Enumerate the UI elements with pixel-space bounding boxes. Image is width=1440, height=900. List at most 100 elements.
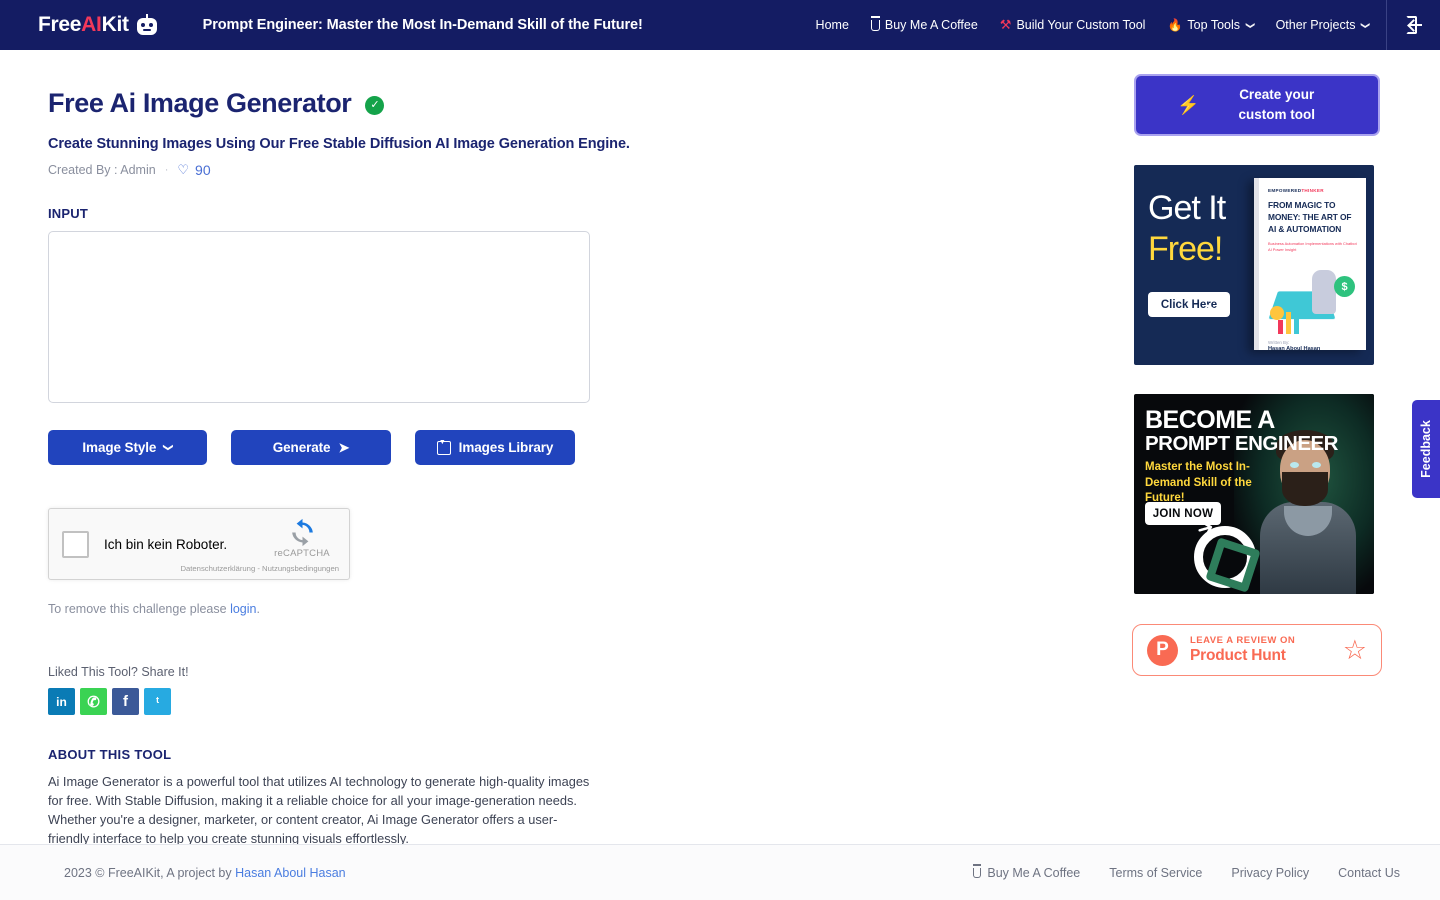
- logo-part-free: Free: [38, 13, 82, 36]
- footer-link-label: Privacy Policy: [1231, 865, 1310, 880]
- linkedin-glyph: in: [56, 694, 67, 709]
- recaptcha-terms[interactable]: Datenschutzerklärung - Nutzungsbedingung…: [180, 564, 339, 573]
- product-hunt-line2: Product Hunt: [1190, 647, 1286, 664]
- create-custom-tool-label: Create your custom tool: [1238, 87, 1315, 122]
- ebook-artwork: $: [1268, 262, 1357, 335]
- product-hunt-badge[interactable]: P LEAVE A REVIEW ON Product Hunt ☆: [1132, 624, 1382, 676]
- title-row: Free Ai Image Generator ✓: [48, 88, 1110, 119]
- ebook-tag: EMPOWEREDTHINKER: [1268, 188, 1357, 193]
- coffee-icon: [870, 15, 880, 31]
- recaptcha-brand-name: reCAPTCHA: [274, 548, 330, 559]
- page-title: Free Ai Image Generator: [48, 88, 352, 118]
- nav-label-home: Home: [815, 18, 849, 32]
- ebook-tag-a: EMPOWERED: [1268, 188, 1302, 193]
- create-custom-tool-button[interactable]: ⚡ Create your custom tool: [1134, 74, 1380, 136]
- product-hunt-line1: LEAVE A REVIEW ON: [1190, 635, 1296, 646]
- page-body: Free Ai Image Generator ✓ Create Stunnin…: [0, 50, 1440, 850]
- generate-button[interactable]: Generate ➤: [231, 430, 391, 465]
- tools-icon: ⚒: [999, 17, 1012, 32]
- recaptcha-logo-icon: [266, 518, 338, 547]
- chevron-down-icon: ❮: [1244, 21, 1255, 29]
- nav-item-top-tools[interactable]: 🔥 Top Tools ❮: [1156, 18, 1264, 32]
- footer-copyright: 2023 © FreeAIKit, A project by Hasan Abo…: [64, 866, 346, 880]
- like-counter[interactable]: ♡ 90: [177, 162, 210, 178]
- product-hunt-text: LEAVE A REVIEW ON Product Hunt: [1190, 635, 1331, 665]
- images-library-button[interactable]: Images Library: [415, 430, 575, 465]
- logo-text: FreeAIKit: [38, 13, 129, 37]
- nav-item-buy-me-a-coffee[interactable]: Buy Me A Coffee: [860, 15, 989, 32]
- recaptcha-brand: reCAPTCHA: [266, 518, 338, 559]
- nav-item-other-projects[interactable]: Other Projects ❮: [1265, 18, 1380, 32]
- ad-course-line1: BECOME A: [1145, 406, 1275, 434]
- recaptcha-checkbox[interactable]: [62, 530, 89, 558]
- footer-link-label: Terms of Service: [1109, 865, 1203, 880]
- ebook-author: Hasan Aboul Hasan: [1268, 346, 1321, 353]
- ebook-cover: EMPOWEREDTHINKER FROM MAGIC TO MONEY: TH…: [1254, 178, 1366, 353]
- tool-meta: Created By : Admin · ♡ 90: [48, 162, 1110, 178]
- star-icon: ☆: [1342, 634, 1367, 665]
- ad-ebook-click-button[interactable]: Click Here: [1148, 292, 1230, 317]
- nav-label-buy-me-a-coffee: Buy Me A Coffee: [884, 18, 978, 32]
- ad-banner-prompt-engineer[interactable]: BECOME A PROMPT ENGINEER Master the Most…: [1134, 394, 1374, 594]
- logo-part-kit: Kit: [101, 13, 129, 36]
- generate-label: Generate: [272, 440, 331, 455]
- login-link[interactable]: login: [230, 602, 256, 616]
- site-logo[interactable]: FreeAIKit: [38, 13, 158, 37]
- lightning-bolt-icon: ⚡: [1177, 94, 1200, 115]
- created-by-label: Created By : Admin: [48, 163, 156, 177]
- nav-item-home[interactable]: Home: [805, 18, 860, 32]
- verified-check-icon: ✓: [365, 95, 385, 115]
- send-arrow-icon: ➤: [338, 439, 350, 455]
- challenge-note: To remove this challenge please login.: [48, 602, 1110, 616]
- coffee-icon: [973, 864, 982, 878]
- image-style-button[interactable]: Image Style ❮: [48, 430, 207, 465]
- share-buttons: in ✆ f ᵗ: [48, 688, 1110, 715]
- main-navigation: Home Buy Me A Coffee ⚒ Build Your Custom…: [805, 0, 1440, 50]
- share-facebook-icon[interactable]: f: [112, 688, 139, 715]
- site-footer: 2023 © FreeAIKit, A project by Hasan Abo…: [0, 844, 1440, 900]
- tool-subtitle: Create Stunning Images Using Our Free St…: [48, 136, 630, 152]
- footer-author-link[interactable]: Hasan Aboul Hasan: [235, 866, 346, 880]
- ebook-tag-b: THINKER: [1301, 188, 1324, 193]
- nav-label-other-projects: Other Projects: [1275, 18, 1356, 32]
- about-heading: ABOUT THIS TOOL: [48, 747, 172, 762]
- ad-banner-ebook[interactable]: Get It Free! Click Here ➜ EMPOWEREDTHINK…: [1134, 165, 1374, 365]
- share-twitter-icon[interactable]: ᵗ: [144, 688, 171, 715]
- nav-label-build-your-custom-tool: Build Your Custom Tool: [1016, 18, 1146, 32]
- site-header: FreeAIKit Prompt Engineer: Master the Mo…: [0, 0, 1440, 50]
- footer-link-contact-us[interactable]: Contact Us: [1338, 866, 1400, 880]
- heart-icon: ♡: [177, 162, 190, 177]
- robot-icon: [136, 13, 158, 36]
- ebook-subtitle: Business Automation Implementations with…: [1268, 241, 1357, 253]
- page-root: FreeAIKit Prompt Engineer: Master the Mo…: [0, 0, 1440, 900]
- share-linkedin-icon[interactable]: in: [48, 688, 75, 715]
- image-style-label: Image Style: [82, 440, 157, 455]
- challenge-note-suffix: .: [256, 602, 260, 616]
- product-hunt-logo-icon: P: [1147, 634, 1178, 666]
- share-label: Liked This Tool? Share It!: [48, 665, 189, 679]
- footer-links: Buy Me A Coffee Terms of Service Privacy…: [973, 864, 1400, 880]
- like-count: 90: [195, 162, 211, 178]
- ad-ebook-text: Get It Free! Click Here: [1148, 191, 1230, 317]
- recaptcha-widget[interactable]: Ich bin kein Roboter. reCAPTCHA Datensch…: [48, 508, 350, 580]
- feedback-tab[interactable]: Feedback: [1412, 400, 1440, 498]
- facebook-glyph: f: [123, 693, 128, 710]
- footer-link-buy-me-a-coffee[interactable]: Buy Me A Coffee: [973, 864, 1080, 880]
- ad-course-line3: Master the Most In-Demand Skill of the F…: [1145, 461, 1252, 505]
- ad-course-line2: PROMPT ENGINEER: [1145, 432, 1338, 455]
- logo-part-ai: AI: [81, 13, 102, 36]
- chevron-down-icon: ❮: [1359, 21, 1370, 29]
- ad-ebook-line1: Get It: [1148, 189, 1226, 227]
- download-box-icon: [436, 439, 451, 455]
- share-whatsapp-icon[interactable]: ✆: [80, 688, 107, 715]
- prompt-input[interactable]: [48, 231, 590, 403]
- logout-button[interactable]: [1386, 0, 1440, 50]
- footer-link-terms-of-service[interactable]: Terms of Service: [1109, 866, 1202, 880]
- nav-item-build-your-custom-tool[interactable]: ⚒ Build Your Custom Tool: [989, 17, 1157, 33]
- footer-link-privacy-policy[interactable]: Privacy Policy: [1231, 866, 1309, 880]
- ebook-written-by: Written By:: [1268, 340, 1290, 346]
- feedback-label: Feedback: [1419, 420, 1434, 478]
- about-body: Ai Image Generator is a powerful tool th…: [48, 774, 590, 846]
- footer-copyright-text: 2023 © FreeAIKit, A project by: [64, 865, 236, 880]
- challenge-note-prefix: To remove this challenge please: [48, 602, 231, 616]
